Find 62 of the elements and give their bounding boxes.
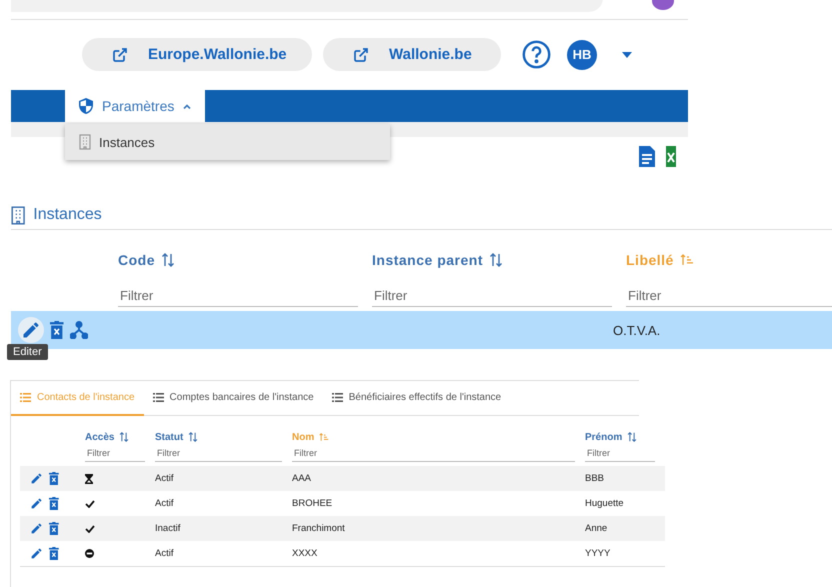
delete-icon[interactable]: [49, 472, 59, 485]
external-link-icon: [353, 46, 369, 62]
user-avatar[interactable]: HB: [567, 40, 597, 70]
list-icon: [152, 393, 164, 402]
table-cell: Huguette: [585, 498, 624, 509]
table-cell: AAA: [292, 473, 312, 484]
column-header[interactable]: Statut: [155, 428, 282, 446]
help-icon[interactable]: [522, 40, 551, 69]
sort-icon[interactable]: [188, 432, 198, 442]
sort-icon[interactable]: [627, 432, 638, 442]
table-cell: BBB: [585, 473, 604, 484]
external-link-icon: [112, 46, 128, 62]
nav-tab[interactable]: Paramètres: [65, 90, 206, 122]
table-cell: Actif: [155, 548, 174, 559]
column-header[interactable]: Code: [118, 244, 358, 276]
menu-item[interactable]: Instances: [99, 134, 155, 150]
filter-field[interactable]: Filtrer: [585, 446, 655, 462]
column-header[interactable]: Accès: [85, 428, 145, 446]
table-cell-text: O.T.V.A.: [613, 322, 662, 338]
list-icon: [20, 393, 31, 402]
pencil-icon[interactable]: [30, 497, 43, 510]
sort-icon[interactable]: [119, 432, 130, 442]
column-header[interactable]: Instance parent: [372, 244, 612, 276]
table-cell: Actif: [155, 473, 174, 484]
table-cell: Franchimont: [292, 523, 345, 534]
filter-field[interactable]: Filtrer: [118, 286, 358, 307]
column-header[interactable]: Prénom: [585, 428, 655, 446]
filter-field[interactable]: Filtrer: [626, 286, 832, 307]
table-cell: Actif: [155, 498, 174, 509]
filter-field[interactable]: Filtrer: [155, 446, 282, 462]
sort-icon[interactable]: [161, 253, 175, 267]
table-cell: BROHEE: [292, 498, 332, 509]
pencil-icon[interactable]: [30, 472, 43, 485]
filter-field[interactable]: Filtrer: [292, 446, 575, 462]
table-cell: YYYY: [585, 548, 610, 559]
delete-icon[interactable]: [49, 547, 59, 560]
table-cell: Anne: [585, 523, 608, 534]
spreadsheet-icon[interactable]: [666, 146, 676, 167]
external-link-button[interactable]: Europe.Wallonie.be: [82, 38, 312, 71]
section-title: Instances: [33, 206, 102, 224]
shield-icon: [79, 98, 93, 114]
delete-icon[interactable]: [49, 522, 59, 535]
delete-icon[interactable]: [50, 321, 64, 339]
filter-field[interactable]: Filtrer: [85, 446, 145, 462]
delete-icon[interactable]: [49, 497, 59, 510]
tooltip: Editer: [7, 344, 48, 360]
document-icon[interactable]: [639, 146, 655, 167]
tab[interactable]: Bénéficiaires effectifs de l'instance: [322, 381, 510, 416]
chevron-icon: [183, 104, 192, 108]
sort-icon[interactable]: [488, 253, 503, 267]
pencil-icon[interactable]: [30, 547, 43, 560]
hierarchy-icon[interactable]: [70, 321, 88, 339]
building-icon: [79, 134, 91, 150]
external-link-button[interactable]: Wallonie.be: [323, 38, 501, 71]
filter-field[interactable]: Filtrer: [372, 286, 612, 307]
pencil-icon[interactable]: [30, 522, 43, 535]
caret-icon[interactable]: [622, 52, 632, 58]
tab[interactable]: Comptes bancaires de l'instance: [144, 381, 323, 416]
list-icon: [332, 393, 343, 402]
table-cell: Inactif: [155, 523, 180, 534]
table-cell: XXXX: [292, 548, 318, 559]
building-icon: [11, 206, 26, 224]
